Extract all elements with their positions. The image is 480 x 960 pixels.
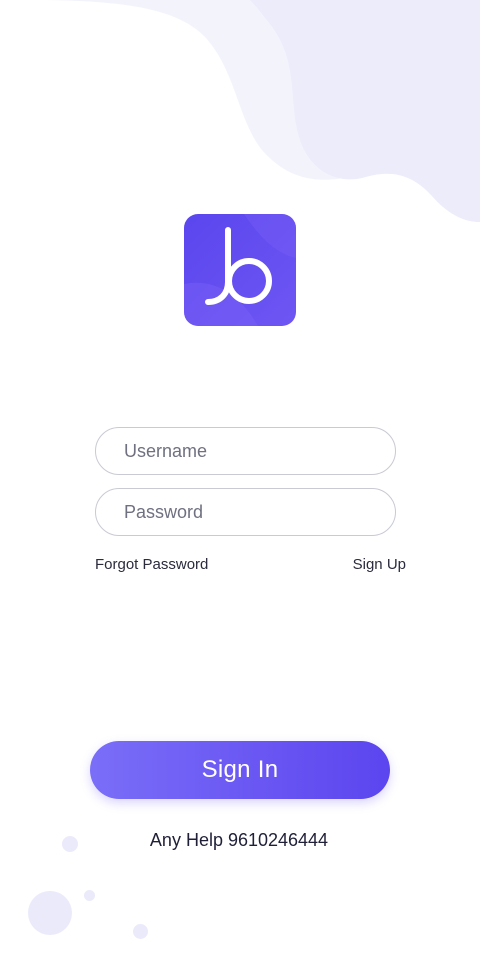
forgot-password-link[interactable]: Forgot Password bbox=[95, 556, 208, 574]
password-input[interactable] bbox=[95, 488, 396, 536]
sign-in-button[interactable]: Sign In bbox=[90, 741, 390, 799]
decorative-dot bbox=[28, 891, 72, 935]
background-wave bbox=[30, 0, 480, 222]
decorative-dot bbox=[84, 890, 95, 901]
username-input[interactable] bbox=[95, 427, 396, 475]
b-letter-logo-icon bbox=[184, 214, 296, 326]
decorative-dot bbox=[133, 924, 148, 939]
sign-up-link[interactable]: Sign Up bbox=[353, 556, 406, 574]
decorative-dot bbox=[62, 836, 78, 852]
app-logo bbox=[184, 214, 296, 326]
